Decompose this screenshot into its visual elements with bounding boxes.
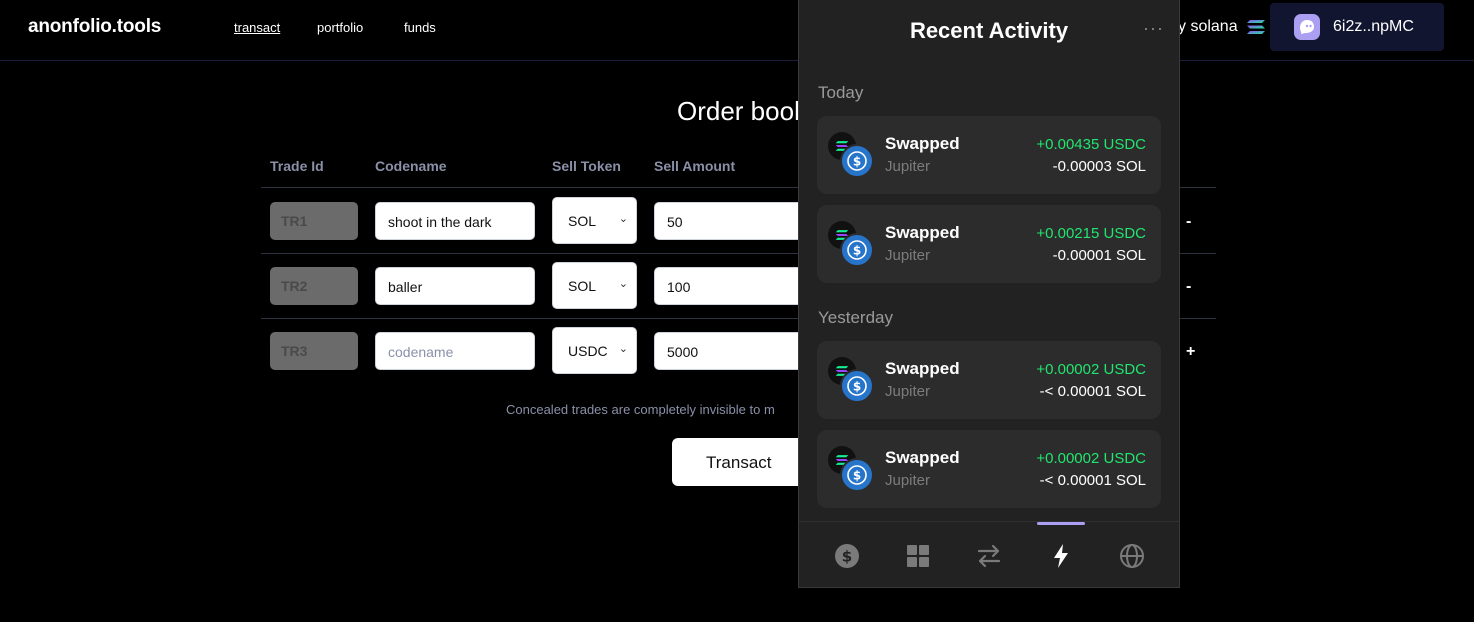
globe-icon[interactable] — [1118, 542, 1146, 570]
sell-token-select[interactable]: SOL ⌄ — [552, 197, 637, 244]
wallet-activity-panel: Recent Activity ··· Today $ Swapped Jupi… — [798, 0, 1180, 588]
sell-token-value: SOL — [568, 278, 597, 294]
page-title: Order book — [677, 96, 808, 126]
section-label-yesterday: Yesterday — [818, 308, 893, 327]
usdc-token-icon: $ — [840, 233, 874, 267]
activity-title: Swapped — [885, 223, 960, 242]
activity-source: Jupiter — [885, 247, 931, 264]
active-tab-indicator — [1037, 522, 1085, 525]
codename-input[interactable]: baller — [375, 267, 535, 305]
svg-text:$: $ — [842, 548, 852, 566]
section-label-today: Today — [818, 83, 864, 102]
activity-received: +0.00215 USDC — [1036, 225, 1146, 242]
panel-title: Recent Activity — [909, 18, 1069, 43]
grid-icon[interactable] — [904, 542, 932, 570]
header-sell-token: Sell Token — [552, 158, 621, 174]
chevron-down-icon: ⌄ — [618, 213, 628, 225]
trade-id-field: TR2 — [270, 267, 358, 305]
activity-sent: -< 0.00001 SOL — [1039, 383, 1146, 400]
logo[interactable]: anonfolio.tools — [28, 16, 161, 38]
remove-row-button[interactable]: - — [1186, 213, 1191, 231]
activity-source: Jupiter — [885, 472, 931, 489]
dollar-icon[interactable]: $ — [833, 542, 861, 570]
activity-item[interactable]: $ Swapped Jupiter +0.00215 USDC -0.00001… — [817, 205, 1161, 283]
activity-sent: -0.00001 SOL — [1052, 247, 1146, 264]
nav-link-funds[interactable]: funds — [404, 20, 436, 35]
trade-id-field: TR3 — [270, 332, 358, 370]
activity-received: +0.00002 USDC — [1036, 450, 1146, 467]
activity-received: +0.00002 USDC — [1036, 361, 1146, 378]
activity-source: Jupiter — [885, 158, 931, 175]
top-navigation: anonfolio.tools transact portfolio funds… — [0, 0, 1474, 61]
header-trade-id: Trade Id — [270, 158, 324, 174]
sell-token-value: SOL — [568, 213, 597, 229]
sell-amount-input[interactable]: 5000 — [654, 332, 804, 370]
usdc-token-icon: $ — [840, 369, 874, 403]
usdc-token-icon: $ — [840, 144, 874, 178]
nav-link-transact[interactable]: transact — [234, 20, 280, 35]
phantom-icon — [1294, 14, 1320, 40]
usdc-token-icon: $ — [840, 458, 874, 492]
add-row-button[interactable]: + — [1186, 343, 1195, 361]
svg-text:$: $ — [853, 155, 861, 169]
chevron-down-icon: ⌄ — [618, 278, 628, 290]
wallet-address: 6i2z..npMC — [1333, 18, 1414, 35]
solana-icon — [1246, 20, 1265, 34]
powered-by: y solana — [1178, 18, 1266, 36]
activity-item[interactable]: $ Swapped Jupiter +0.00002 USDC -< 0.000… — [817, 430, 1161, 508]
svg-text:$: $ — [853, 380, 861, 394]
powered-by-text: y solana — [1178, 18, 1238, 35]
swap-icon[interactable] — [975, 542, 1003, 570]
sell-token-select[interactable]: USDC ⌄ — [552, 327, 637, 374]
sell-token-value: USDC — [568, 343, 608, 359]
codename-input[interactable]: codename — [375, 332, 535, 370]
activity-item[interactable]: $ Swapped Jupiter +0.00002 USDC -< 0.000… — [817, 341, 1161, 419]
trade-id-field: TR1 — [270, 202, 358, 240]
wallet-button[interactable]: 6i2z..npMC — [1270, 3, 1444, 51]
activity-item[interactable]: $ Swapped Jupiter +0.00435 USDC -0.00003… — [817, 116, 1161, 194]
activity-received: +0.00435 USDC — [1036, 136, 1146, 153]
activity-sent: -< 0.00001 SOL — [1039, 472, 1146, 489]
more-options-button[interactable]: ··· — [1143, 18, 1164, 39]
codename-input[interactable]: shoot in the dark — [375, 202, 535, 240]
wallet-bottom-nav: $ — [799, 521, 1179, 587]
svg-text:$: $ — [853, 244, 861, 258]
remove-row-button[interactable]: - — [1186, 278, 1191, 296]
activity-title: Swapped — [885, 448, 960, 467]
header-codename: Codename — [375, 158, 447, 174]
activity-source: Jupiter — [885, 383, 931, 400]
sell-amount-input[interactable]: 50 — [654, 202, 804, 240]
chevron-down-icon: ⌄ — [618, 343, 628, 355]
activity-sent: -0.00003 SOL — [1052, 158, 1146, 175]
transact-button[interactable]: Transact — [672, 438, 812, 486]
nav-link-portfolio[interactable]: portfolio — [317, 20, 363, 35]
sell-token-select[interactable]: SOL ⌄ — [552, 262, 637, 309]
concealed-note: Concealed trades are completely invisibl… — [506, 402, 775, 417]
activity-title: Swapped — [885, 359, 960, 378]
activity-title: Swapped — [885, 134, 960, 153]
sell-amount-input[interactable]: 100 — [654, 267, 804, 305]
lightning-icon[interactable] — [1047, 542, 1075, 570]
header-sell-amount: Sell Amount — [654, 158, 736, 174]
svg-text:$: $ — [853, 469, 861, 483]
